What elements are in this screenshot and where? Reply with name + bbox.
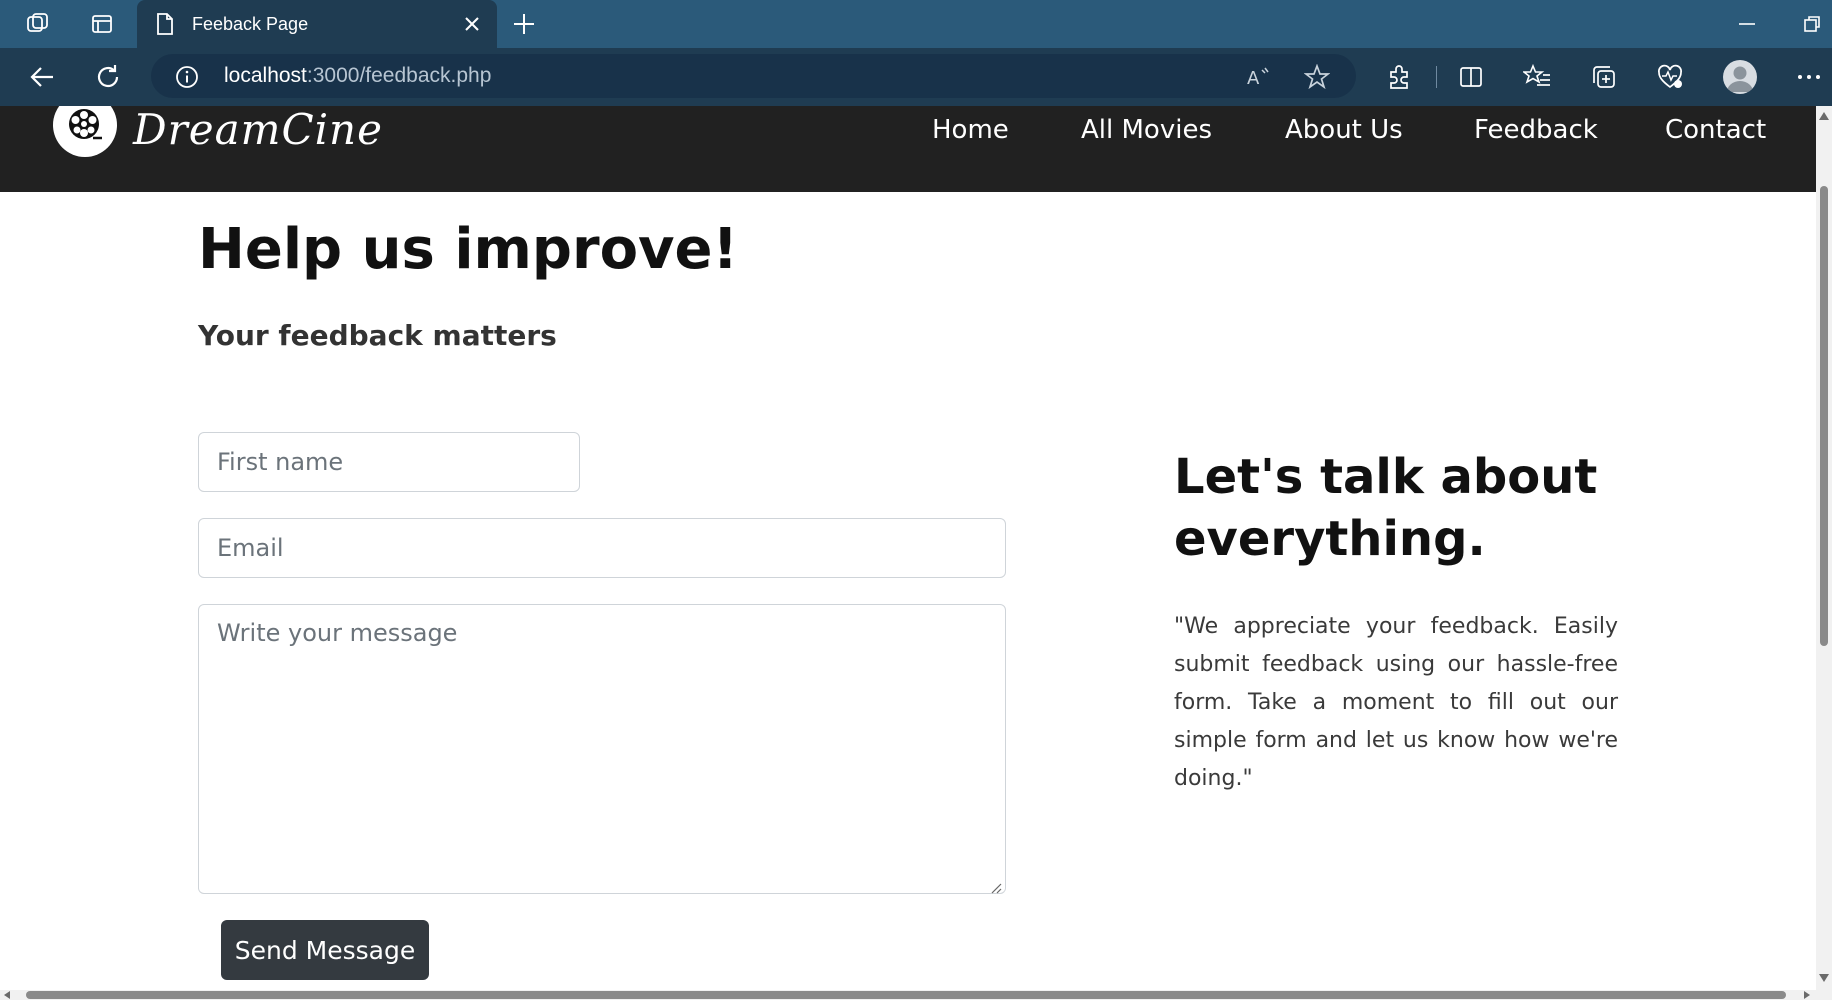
url-host: localhost: [224, 64, 307, 87]
url-path: :3000/feedback.php: [306, 64, 492, 87]
send-message-button[interactable]: Send Message: [221, 920, 429, 980]
first-name-field[interactable]: [198, 432, 580, 492]
aside-heading: Let's talk about everything.: [1174, 449, 1598, 567]
close-icon[interactable]: [462, 14, 482, 34]
site-navbar: DreamCine Home All Movies About Us Feedb…: [0, 106, 1816, 192]
profile-icon[interactable]: [1723, 60, 1757, 94]
more-icon[interactable]: [1795, 63, 1823, 91]
page-subtitle: Your feedback matters: [198, 319, 557, 352]
horizontal-scrollbar[interactable]: [0, 990, 1832, 1000]
vertical-scrollbar[interactable]: [1816, 106, 1832, 990]
workspaces-icon[interactable]: [24, 10, 52, 38]
email-field[interactable]: [198, 518, 1006, 578]
plus-icon[interactable]: [510, 10, 538, 38]
scroll-up-icon[interactable]: [1819, 112, 1829, 120]
address-bar[interactable]: localhost:3000/feedback.php A: [151, 54, 1356, 98]
tab-title: Feeback Page: [192, 14, 309, 34]
tab-actions-icon[interactable]: [88, 10, 116, 38]
page-viewport: DreamCine Home All Movies About Us Feedb…: [0, 106, 1816, 990]
split-screen-icon[interactable]: [1457, 63, 1485, 91]
film-reel-icon[interactable]: [53, 106, 117, 157]
favorites-icon[interactable]: [1521, 63, 1551, 91]
resize-handle-icon[interactable]: [990, 879, 1002, 894]
toolbar-divider: [1436, 66, 1437, 88]
favorite-star-icon[interactable]: [1303, 63, 1331, 90]
browser-tab-active[interactable]: Feeback Page: [137, 0, 497, 48]
nav-link-contact[interactable]: Contact: [1665, 114, 1766, 146]
scroll-down-icon[interactable]: [1819, 974, 1829, 982]
browser-titlebar: Feeback Page: [0, 0, 1832, 48]
scroll-left-icon[interactable]: [4, 991, 10, 999]
info-icon[interactable]: [175, 65, 198, 88]
svg-text:A: A: [1247, 68, 1260, 89]
page-title: Help us improve!: [198, 217, 739, 282]
browser-essentials-icon[interactable]: [1656, 63, 1684, 91]
minimize-icon[interactable]: [1735, 14, 1759, 34]
nav-link-about-us[interactable]: About Us: [1285, 114, 1403, 146]
url-text: localhost:3000/feedback.php: [224, 64, 491, 88]
nav-link-all-movies[interactable]: All Movies: [1081, 114, 1212, 146]
message-field[interactable]: [198, 604, 1006, 894]
vertical-scroll-thumb[interactable]: [1820, 186, 1828, 646]
back-arrow-icon[interactable]: [26, 61, 58, 93]
read-aloud-icon[interactable]: A: [1245, 64, 1271, 90]
horizontal-scroll-thumb[interactable]: [26, 991, 1786, 999]
extensions-icon[interactable]: [1385, 63, 1413, 91]
aside-quote: "We appreciate your feedback. Easily sub…: [1174, 614, 1618, 791]
restore-icon[interactable]: [1800, 12, 1824, 36]
collections-icon[interactable]: [1590, 63, 1618, 91]
scroll-right-icon[interactable]: [1804, 991, 1810, 999]
refresh-icon[interactable]: [92, 61, 124, 93]
nav-link-home[interactable]: Home: [932, 114, 1009, 146]
page-icon: [155, 12, 175, 40]
browser-toolbar: localhost:3000/feedback.php A: [0, 48, 1832, 106]
brand-name[interactable]: DreamCine: [133, 106, 383, 154]
nav-link-feedback[interactable]: Feedback: [1474, 114, 1598, 146]
